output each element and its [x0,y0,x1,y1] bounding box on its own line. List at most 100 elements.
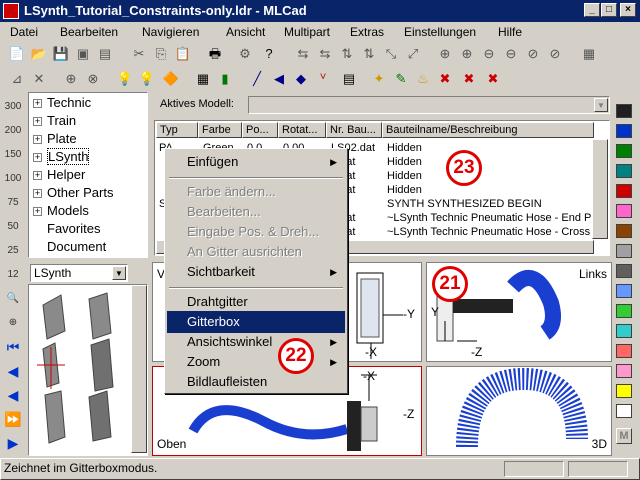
context-help-icon[interactable]: ? [260,45,278,63]
chevron-down-icon[interactable]: ▼ [112,266,126,280]
viewport-3d[interactable]: 3D [426,366,612,456]
menu-item-farbe-aendern[interactable]: Farbe ändern... [167,181,345,203]
lightbulb-off-icon[interactable]: 💡 [138,70,156,88]
maximize-button[interactable]: □ [601,3,617,17]
zoom-200-icon[interactable]: 200 [2,120,24,142]
color-swatch[interactable] [616,304,632,318]
menu-item-drahtgitter[interactable]: Drahtgitter [167,291,345,313]
circle-plus-icon[interactable]: ⊕ [62,70,80,88]
menu-item-gitter-ausrichten[interactable]: An Gitter ausrichten [167,241,345,263]
move-down-icon[interactable]: ⇅ [360,45,378,63]
expand-icon[interactable]: + [33,189,42,198]
color-swatch[interactable] [616,224,632,238]
move-right-icon[interactable]: ⇆ [316,45,334,63]
menu-item-eingabe-pos[interactable]: Eingabe Pos. & Dreh... [167,221,345,243]
menu-item-sichtbarkeit[interactable]: Sichtbarkeit ▶ [167,261,345,283]
optional-line-icon[interactable]: ⱽ [314,70,332,88]
color-swatch[interactable] [616,244,632,258]
tree-item-lsynth[interactable]: + LSynth [33,148,90,167]
color-swatch[interactable] [616,144,632,158]
new-file-icon[interactable]: 📄 [8,45,26,63]
zoom-in-icon[interactable]: 🔍 [2,288,24,310]
menu-item-einfuegen[interactable]: Einfügen ▶ [167,151,345,173]
color-swatch[interactable] [616,204,632,218]
menu-hilfe[interactable]: Hilfe [498,25,522,39]
menu-item-zoom[interactable]: Zoom ▶ [167,351,345,373]
parts-preview-pane[interactable] [28,284,148,456]
disabled-x-icon[interactable]: ✕ [30,70,48,88]
rotate-y-icon[interactable]: ⊖ [480,45,498,63]
fast-forward-icon[interactable]: ⏩ [2,408,24,430]
color-swatch[interactable] [616,104,632,118]
minimize-button[interactable]: _ [584,3,600,17]
color-swatch[interactable] [616,344,632,358]
zoom-100-icon[interactable]: 100 [2,168,24,190]
menu-ansicht[interactable]: Ansicht [226,25,265,39]
color-swatch[interactable] [616,184,632,198]
cut-icon[interactable]: ✂ [130,45,148,63]
rotate-z-icon[interactable]: ⊘ [524,45,542,63]
expand-icon[interactable]: + [33,153,42,162]
quad-icon[interactable]: ◆ [292,70,310,88]
tree-item-train[interactable]: + Train [33,113,76,131]
color-swatch[interactable] [616,164,632,178]
zoom-75-icon[interactable]: 75 [2,192,24,214]
book-icon[interactable]: ▮ [216,70,234,88]
lsynth-band-icon[interactable]: ♨ [414,70,432,88]
column-header-description[interactable]: Bauteilname/Beschreibung [382,122,594,138]
active-model-dropdown[interactable]: ▼ [248,96,610,114]
save-icon[interactable]: 💾 [52,45,70,63]
color-swatch[interactable] [616,364,632,378]
rotate-y-neg-icon[interactable]: ⊖ [502,45,520,63]
tree-item-technic[interactable]: + Technic [33,95,91,113]
close-button[interactable]: × [620,3,636,17]
more-colors-icon[interactable]: M [616,428,632,444]
menu-bearbeiten[interactable]: Bearbeiten [60,25,118,39]
tree-item-plate[interactable]: + Plate [33,131,77,149]
menu-item-gitterbox[interactable]: Gitterbox [167,311,345,333]
move-up-icon[interactable]: ⇅ [338,45,356,63]
expand-icon[interactable]: + [33,99,42,108]
move-back-icon[interactable]: ⤢ [404,45,422,63]
paste-icon[interactable]: 📋 [174,45,192,63]
tree-item-document[interactable]: Document [33,239,106,257]
column-header-part-number[interactable]: Nr. Bau... [326,122,382,138]
color-swatch[interactable] [616,264,632,278]
zoom-50-icon[interactable]: 50 [2,216,24,238]
lsynth-hose-icon[interactable]: ✎ [392,70,410,88]
line-icon[interactable]: ╱ [248,70,266,88]
menu-item-bildlaufleisten[interactable]: Bildlaufleisten [167,371,345,393]
comment-icon[interactable]: ▤ [340,70,358,88]
tree-item-favorites[interactable]: Favorites [33,221,100,239]
lightbulb-icon[interactable]: 💡 [116,70,134,88]
expand-icon[interactable]: + [33,171,42,180]
preview-scrollbar[interactable] [131,285,147,453]
save-as-icon[interactable]: ▣ [74,45,92,63]
circle-x-icon[interactable]: ⊗ [84,70,102,88]
prev-step-icon[interactable]: ◀ [2,360,24,382]
close-file-icon[interactable]: ▤ [96,45,114,63]
column-header-typ[interactable]: Typ [156,122,198,138]
zoom-150-icon[interactable]: 150 [2,144,24,166]
menu-item-ansichtswinkel[interactable]: Ansichtswinkel ▶ [167,331,345,353]
rotate-z-neg-icon[interactable]: ⊘ [546,45,564,63]
first-step-icon[interactable]: ⏮ [2,336,24,358]
back-step-icon[interactable]: ◀ [2,384,24,406]
grid-settings-icon[interactable]: ▦ [580,45,598,63]
color-parts-icon[interactable]: 🔶 [162,70,180,88]
menu-einstellungen[interactable]: Einstellungen [404,25,476,39]
tree-item-helper[interactable]: + Helper [33,167,85,185]
next-step-icon[interactable]: ▶ [2,432,24,454]
zoom-25-icon[interactable]: 25 [2,240,24,262]
tree-item-models[interactable]: + Models [33,203,89,221]
color-swatch[interactable] [616,124,632,138]
menu-item-bearbeiten[interactable]: Bearbeiten... [167,201,345,223]
rotate-x-neg-icon[interactable]: ⊕ [458,45,476,63]
column-header-rotation[interactable]: Rotat... [278,122,326,138]
color-swatch[interactable] [616,284,632,298]
app-icon[interactable] [3,3,19,19]
parts-category-dropdown[interactable]: LSynth ▼ [30,264,128,282]
grid-icon[interactable]: ▦ [194,70,212,88]
table-vertical-scrollbar[interactable] [592,139,608,239]
lsynth-del2-icon[interactable]: ✖ [460,70,478,88]
